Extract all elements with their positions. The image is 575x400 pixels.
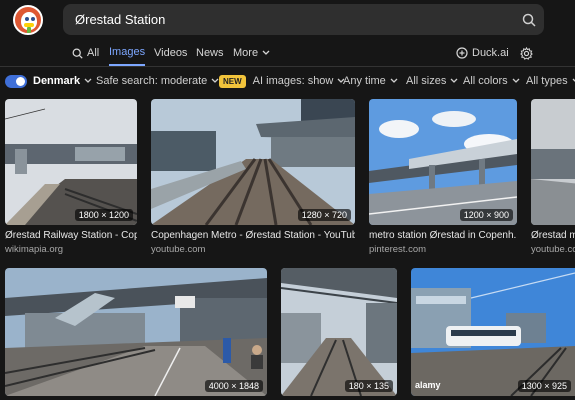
result-thumbnail[interactable]: 1280 × 720 bbox=[151, 99, 355, 225]
chevron-down-icon bbox=[84, 78, 92, 83]
result-source[interactable]: youtube.com bbox=[151, 244, 355, 255]
result-thumbnail[interactable]: 1800 × 1200 bbox=[5, 99, 137, 225]
duck-ai-button[interactable]: Duck.ai bbox=[456, 40, 509, 66]
result-thumbnail[interactable]: alamy 1300 × 925 bbox=[411, 268, 575, 396]
result-thumbnail[interactable]: 1200 × 900 bbox=[369, 99, 517, 225]
search-input[interactable]: Ørestad Station bbox=[75, 12, 514, 27]
time-filter[interactable]: Any time bbox=[343, 67, 398, 95]
settings-button[interactable] bbox=[520, 40, 537, 66]
tab-images[interactable]: Images bbox=[109, 40, 146, 66]
tab-more[interactable]: More bbox=[233, 40, 274, 66]
color-filter[interactable]: All colors bbox=[463, 67, 520, 95]
image-result[interactable]: 180 × 135 bbox=[281, 268, 397, 396]
chevron-down-icon bbox=[262, 50, 270, 55]
image-result[interactable]: 4000 × 1848 bbox=[5, 268, 267, 396]
result-thumbnail[interactable] bbox=[531, 99, 575, 225]
chevron-down-icon bbox=[512, 78, 520, 83]
type-filter[interactable]: All types bbox=[526, 67, 575, 95]
image-result[interactable]: 1280 × 720 Copenhagen Metro - Ørestad St… bbox=[151, 99, 355, 257]
search-icon bbox=[72, 48, 83, 59]
result-thumbnail[interactable]: 180 × 135 bbox=[281, 268, 397, 396]
chevron-down-icon bbox=[450, 78, 458, 83]
result-title[interactable]: Ørestad Railway Station - Cop... bbox=[5, 230, 137, 241]
tab-all[interactable]: All bbox=[72, 40, 99, 66]
image-dimensions: 1200 × 900 bbox=[459, 209, 513, 221]
image-dimensions: 180 × 135 bbox=[344, 380, 393, 392]
chevron-down-icon bbox=[390, 78, 398, 83]
region-toggle[interactable] bbox=[5, 74, 27, 88]
result-source[interactable]: wikimapia.org bbox=[5, 244, 137, 255]
tab-videos[interactable]: Videos bbox=[154, 40, 187, 66]
chat-plus-icon bbox=[456, 47, 468, 59]
ai-images-filter[interactable]: NEW AI images: show bbox=[219, 67, 345, 95]
image-result[interactable]: alamy 1300 × 925 bbox=[411, 268, 575, 396]
result-title[interactable]: Ørestad m... bbox=[531, 230, 575, 241]
image-dimensions: 1800 × 1200 bbox=[74, 209, 133, 221]
search-nav: All Images Videos News More Duck.ai bbox=[0, 40, 575, 66]
gear-icon bbox=[520, 46, 533, 60]
result-source[interactable]: youtube.com bbox=[531, 244, 575, 255]
size-filter[interactable]: All sizes bbox=[406, 67, 458, 95]
image-result[interactable]: Ørestad m... youtube.com bbox=[531, 99, 575, 257]
image-dimensions: 4000 × 1848 bbox=[204, 380, 263, 392]
image-result[interactable]: 1200 × 900 metro station Ørestad in Cope… bbox=[369, 99, 517, 257]
image-result[interactable]: 1800 × 1200 Ørestad Railway Station - Co… bbox=[5, 99, 137, 257]
region-filter[interactable]: Denmark bbox=[5, 67, 92, 95]
search-box[interactable]: Ørestad Station bbox=[63, 4, 544, 35]
watermark: alamy bbox=[415, 380, 441, 390]
result-thumbnail[interactable]: 4000 × 1848 bbox=[5, 268, 267, 396]
result-source[interactable]: pinterest.com bbox=[369, 244, 517, 255]
result-title[interactable]: metro station Ørestad in Copenh... bbox=[369, 230, 517, 241]
search-icon[interactable] bbox=[514, 5, 544, 35]
image-dimensions: 1300 × 925 bbox=[517, 380, 571, 392]
image-dimensions: 1280 × 720 bbox=[297, 209, 351, 221]
chevron-down-icon bbox=[572, 78, 575, 83]
duckduckgo-logo[interactable] bbox=[13, 5, 43, 35]
tab-news[interactable]: News bbox=[196, 40, 224, 66]
new-badge: NEW bbox=[219, 74, 246, 88]
result-title[interactable]: Copenhagen Metro - Ørestad Station - You… bbox=[151, 230, 355, 241]
safe-search-filter[interactable]: Safe search: moderate bbox=[96, 67, 219, 95]
filter-bar: Denmark Safe search: moderate NEW AI ima… bbox=[0, 67, 575, 95]
